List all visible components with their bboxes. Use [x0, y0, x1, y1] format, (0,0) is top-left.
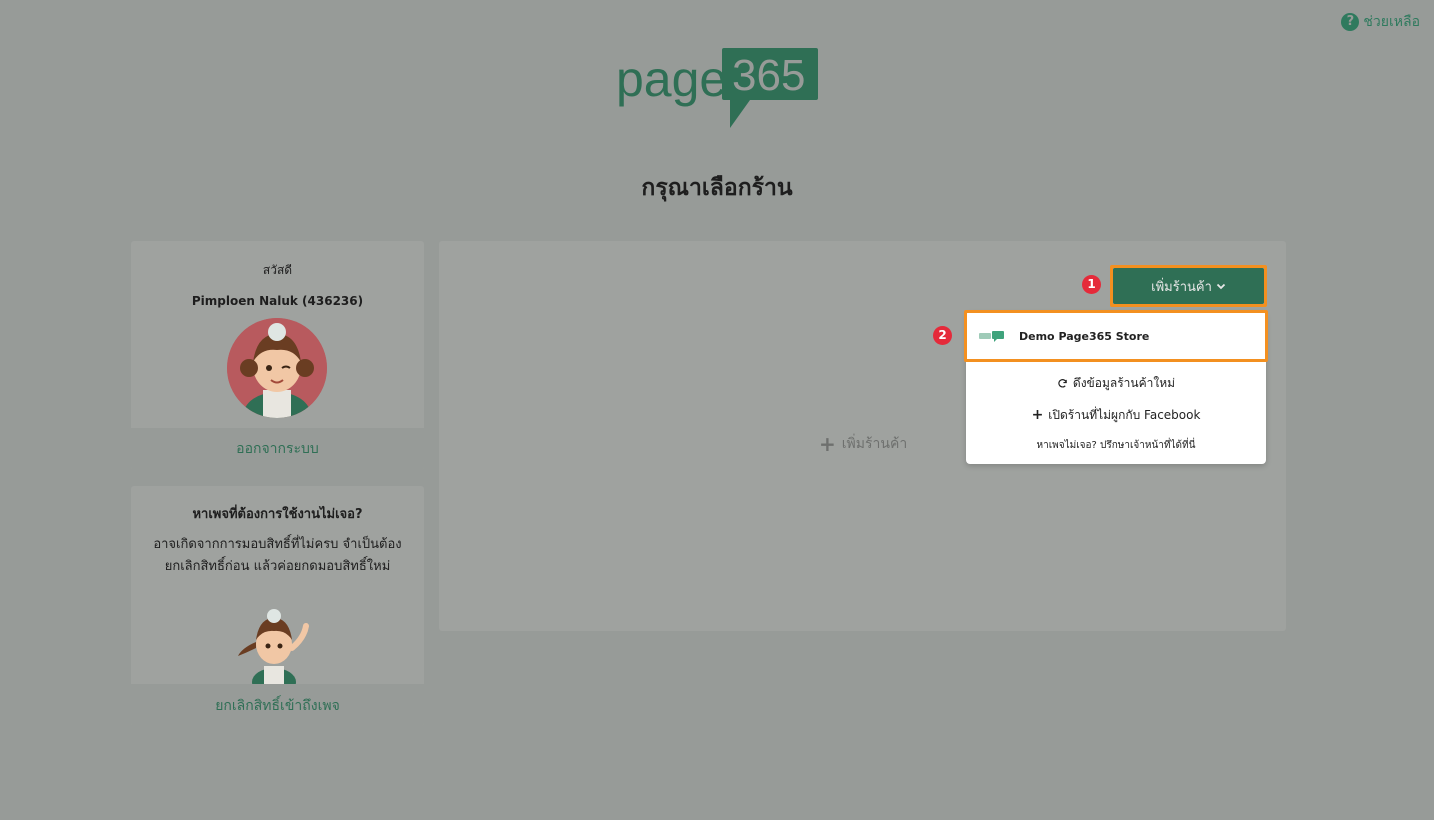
- logout-button[interactable]: ออกจากระบบ: [131, 428, 424, 470]
- help-card-title: หาเพจที่ต้องการใช้งานไม่เจอ?: [192, 507, 363, 522]
- dropdown-item-open-store[interactable]: + เปิดร้านที่ไม่ผูกกับ Facebook: [966, 407, 1266, 423]
- help-card-body: อาจเกิดจากการมอบสิทธิ์ที่ไม่ครบ จำเป็นต้…: [131, 534, 424, 578]
- open-store-label: เปิดร้านที่ไม่ผูกกับ Facebook: [1048, 407, 1201, 422]
- add-store-button-label: เพิ่มร้านค้า: [1151, 279, 1212, 295]
- add-store-link[interactable]: + เพิ่มร้านค้า: [819, 433, 907, 455]
- help-card: หาเพจที่ต้องการใช้งานไม่เจอ? อาจเกิดจากก…: [131, 486, 424, 726]
- add-store-dropdown-button[interactable]: เพิ่มร้านค้า: [1113, 268, 1264, 304]
- question-icon: ?: [1341, 13, 1360, 31]
- mascot-illustration: [238, 609, 309, 684]
- step-badge-1: 1: [1082, 275, 1101, 294]
- refresh-label: ดึงข้อมูลร้านค้าใหม่: [1072, 375, 1176, 390]
- username: Pimploen Naluk (436236): [191, 294, 364, 308]
- plus-icon: +: [819, 432, 836, 456]
- add-store-link-label: เพิ่มร้านค้า: [841, 436, 908, 452]
- refresh-icon: [1058, 378, 1067, 388]
- help-label: ช่วยเหลือ: [1363, 14, 1420, 30]
- help-link[interactable]: ? ช่วยเหลือ: [1341, 11, 1420, 33]
- chevron-down-icon: [1216, 283, 1226, 290]
- user-card: สวัสดี Pimploen Naluk (436236) ออกจากระบ…: [131, 241, 424, 470]
- dropdown-item-contact-support[interactable]: หาเพจไม่เจอ? ปรึกษาเจ้าหน้าที่ได้ที่นี่: [966, 438, 1266, 452]
- logo-text-365: 365: [732, 51, 805, 100]
- page-title: กรุณาเลือกร้าน: [641, 175, 793, 201]
- step-badge-2: 2: [933, 326, 952, 345]
- page365-logo: page 365: [616, 48, 818, 128]
- greeting: สวัสดี: [262, 263, 293, 277]
- store-logo-icon: [979, 331, 1004, 342]
- not-found-label: หาเพจไม่เจอ? ปรึกษาเจ้าหน้าที่ได้ที่นี่: [1036, 439, 1196, 451]
- revoke-access-button[interactable]: ยกเลิกสิทธิ์เข้าถึงเพจ: [131, 684, 424, 726]
- dropdown-item-store[interactable]: Demo Page365 Store: [966, 312, 1266, 360]
- help-card-body-line1: อาจเกิดจากการมอบสิทธิ์ที่ไม่ครบ จำเป็นต้…: [153, 537, 402, 552]
- help-card-body-line2: ยกเลิกสิทธิ์ก่อน แล้วค่อยกดมอบสิทธิ์ใหม่: [164, 559, 391, 574]
- store-name: Demo Page365 Store: [1019, 329, 1150, 343]
- add-store-dropdown-menu: Demo Page365 Store ดึงข้อมูลร้านค้าใหม่ …: [966, 312, 1266, 464]
- plus-icon: +: [1031, 407, 1044, 423]
- dropdown-item-refresh[interactable]: ดึงข้อมูลร้านค้าใหม่: [966, 375, 1266, 391]
- avatar: [227, 318, 327, 418]
- logo-text-page: page: [616, 51, 727, 107]
